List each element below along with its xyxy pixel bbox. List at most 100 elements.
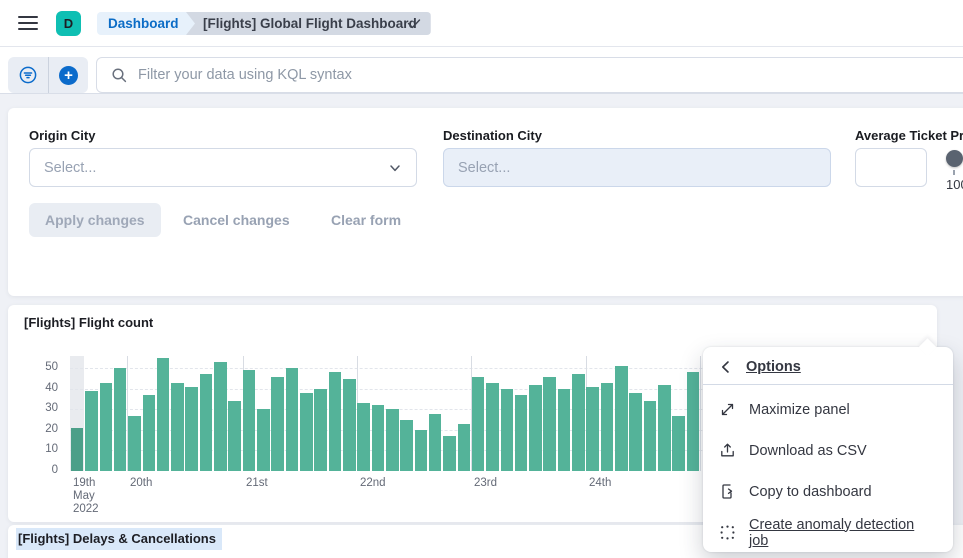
x-tick-label: 24th bbox=[589, 477, 611, 490]
flight-count-bar bbox=[286, 368, 299, 471]
flight-count-bar bbox=[357, 403, 370, 471]
copy-icon bbox=[719, 483, 736, 500]
filter-button-group: + bbox=[8, 57, 88, 93]
download-icon bbox=[719, 442, 736, 459]
flight-count-panel-title[interactable]: [Flights] Flight count bbox=[16, 313, 161, 332]
flight-count-bar bbox=[271, 377, 284, 471]
slider-min-label: 100 bbox=[946, 177, 963, 192]
add-filter-button[interactable]: + bbox=[48, 57, 88, 93]
x-tick-label: 23rd bbox=[474, 477, 497, 490]
chevron-down-icon bbox=[388, 161, 402, 175]
flight-count-bar bbox=[658, 385, 671, 471]
kql-search-box[interactable] bbox=[96, 57, 963, 93]
flight-count-bar bbox=[515, 395, 528, 471]
flight-count-bar bbox=[71, 428, 84, 471]
flight-count-bar bbox=[214, 362, 227, 471]
flight-count-bar bbox=[629, 393, 642, 471]
cancel-changes-button[interactable]: Cancel changes bbox=[183, 203, 290, 237]
x-tick-label: 20th bbox=[130, 477, 152, 490]
delays-panel-title-text: [Flights] Delays & Cancellations bbox=[16, 528, 222, 550]
origin-city-placeholder: Select... bbox=[44, 160, 96, 176]
ml-icon bbox=[719, 524, 736, 541]
flight-count-bar bbox=[372, 405, 385, 471]
space-avatar[interactable]: D bbox=[56, 11, 81, 36]
flight-count-bar bbox=[400, 420, 413, 471]
flight-count-bar bbox=[486, 383, 499, 471]
day-gridline bbox=[700, 356, 701, 471]
flight-count-bar bbox=[529, 385, 542, 471]
destination-city-select[interactable]: Select... bbox=[443, 148, 831, 187]
flight-count-bar bbox=[228, 401, 241, 471]
flight-count-bar bbox=[114, 368, 127, 471]
x-tick-label: 19th May 2022 bbox=[73, 477, 99, 516]
flight-count-bar bbox=[687, 372, 700, 471]
flight-count-bar bbox=[429, 414, 442, 472]
check-icon[interactable] bbox=[405, 15, 423, 33]
menu-item-copy-to-dashboard[interactable]: Copy to dashboard bbox=[703, 471, 953, 512]
flight-count-bar bbox=[300, 393, 313, 471]
menu-item-maximize-panel[interactable]: Maximize panel bbox=[703, 389, 953, 430]
plus-icon: + bbox=[59, 66, 78, 85]
slider-tick bbox=[953, 170, 955, 175]
y-tick-label: 50 bbox=[45, 361, 58, 373]
flight-count-bar bbox=[558, 389, 571, 471]
flight-count-bar bbox=[85, 391, 98, 471]
flight-count-bar bbox=[200, 374, 213, 471]
flight-count-bar bbox=[615, 366, 628, 471]
flight-count-bar bbox=[386, 409, 399, 471]
flight-count-bar bbox=[501, 389, 514, 471]
destination-city-label: Destination City bbox=[443, 128, 542, 143]
flight-count-bar bbox=[644, 401, 657, 471]
chevron-left-icon bbox=[719, 360, 733, 374]
menu-item-download-csv[interactable]: Download as CSV bbox=[703, 430, 953, 471]
y-tick-label: 30 bbox=[45, 402, 58, 414]
maximize-icon bbox=[719, 401, 736, 418]
kql-search-input[interactable] bbox=[138, 67, 963, 83]
clear-form-button[interactable]: Clear form bbox=[331, 203, 401, 237]
x-tick-label: 21st bbox=[246, 477, 268, 490]
search-icon bbox=[111, 67, 128, 84]
menu-item-label: Download as CSV bbox=[749, 443, 867, 459]
flight-count-bar bbox=[343, 379, 356, 471]
flight-chart-y-axis: 01020304050 bbox=[36, 356, 64, 471]
flight-count-bar bbox=[171, 383, 184, 471]
y-tick-label: 40 bbox=[45, 382, 58, 394]
x-tick-label: 22nd bbox=[360, 477, 386, 490]
flight-count-bar bbox=[100, 383, 113, 471]
breadcrumb-dashboard[interactable]: Dashboard bbox=[97, 12, 196, 35]
y-tick-label: 10 bbox=[45, 443, 58, 455]
flight-count-bar bbox=[572, 374, 585, 471]
flight-count-bar bbox=[672, 416, 685, 471]
menu-item-label: Create anomaly detection job bbox=[749, 517, 937, 549]
flight-count-bar bbox=[415, 430, 428, 471]
panel-options-menu: Options Maximize panel Download as CSV C… bbox=[703, 347, 953, 552]
dashboard-page: D Dashboard [Flights] Global Flight Dash… bbox=[0, 0, 963, 558]
flight-count-bar bbox=[586, 387, 599, 471]
flight-count-bar bbox=[314, 389, 327, 471]
origin-city-label: Origin City bbox=[29, 128, 95, 143]
options-menu-header[interactable]: Options bbox=[703, 347, 953, 384]
menu-hamburger-icon[interactable] bbox=[18, 16, 38, 31]
flight-count-bar bbox=[472, 377, 485, 471]
top-header: D Dashboard [Flights] Global Flight Dash… bbox=[0, 0, 963, 47]
apply-changes-button[interactable]: Apply changes bbox=[29, 203, 161, 237]
y-tick-label: 0 bbox=[52, 464, 58, 476]
flight-count-bar bbox=[443, 436, 456, 471]
flight-count-bar bbox=[329, 372, 342, 471]
flight-count-bar bbox=[257, 409, 270, 471]
flight-count-bar bbox=[543, 377, 556, 471]
price-slider-thumb[interactable] bbox=[946, 150, 963, 167]
delays-panel-title[interactable]: [Flights] Delays & Cancellations bbox=[16, 531, 222, 546]
filter-in-circle-icon[interactable] bbox=[8, 57, 48, 93]
flight-count-bar bbox=[601, 383, 614, 471]
flight-count-bar bbox=[458, 424, 471, 471]
menu-item-create-anomaly-job[interactable]: Create anomaly detection job bbox=[703, 512, 953, 553]
flight-count-bar bbox=[143, 395, 156, 471]
avg-ticket-price-input[interactable] bbox=[855, 148, 927, 187]
y-tick-label: 20 bbox=[45, 423, 58, 435]
menu-item-label: Maximize panel bbox=[749, 402, 850, 418]
origin-city-select[interactable]: Select... bbox=[29, 148, 417, 187]
avg-ticket-price-label: Average Ticket Price bbox=[855, 128, 963, 143]
flight-count-bar bbox=[128, 416, 141, 471]
controls-panel: Origin City Select... Destination City S… bbox=[8, 108, 963, 296]
